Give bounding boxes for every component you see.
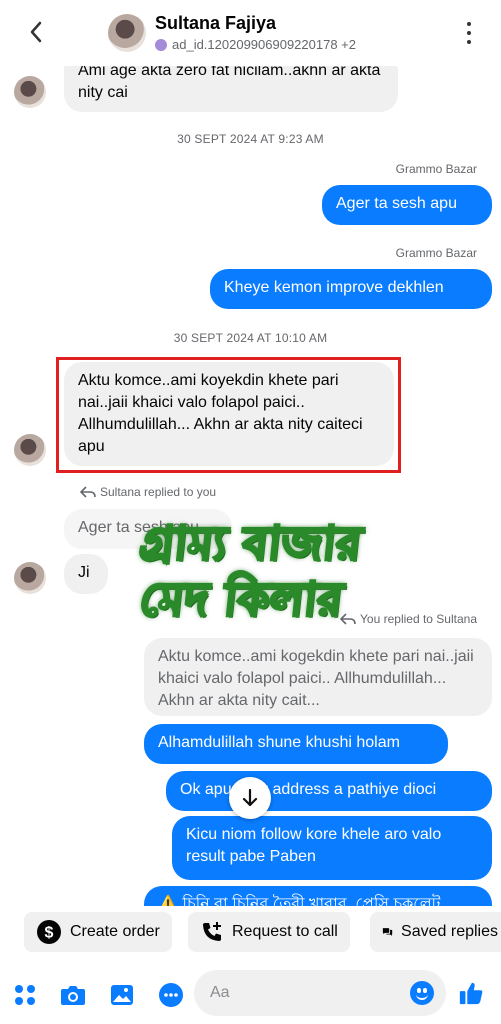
quoted-message[interactable]: Ager ta sesh apu bbox=[64, 509, 232, 549]
saved-replies-label: Saved replies bbox=[401, 923, 498, 940]
request-call-label: Request to call bbox=[232, 923, 338, 940]
timestamp: 30 SEPT 2024 AT 9:23 AM bbox=[177, 132, 324, 146]
back-arrow-icon[interactable] bbox=[22, 18, 50, 46]
reply-label: You replied to Sultana bbox=[340, 612, 477, 626]
contact-avatar[interactable] bbox=[108, 14, 146, 52]
reply-label: Sultana replied to you bbox=[80, 485, 216, 499]
svg-text:$: $ bbox=[45, 925, 54, 942]
more-options-icon[interactable] bbox=[465, 22, 473, 44]
emoji-icon[interactable] bbox=[410, 981, 434, 1005]
dollar-icon: $ bbox=[37, 920, 61, 944]
sender-avatar bbox=[14, 76, 46, 108]
outgoing-message[interactable]: Alhamdulillah shune khushi holam bbox=[144, 724, 448, 764]
apps-grid-icon[interactable] bbox=[12, 982, 38, 1008]
messenger-icon[interactable] bbox=[158, 982, 184, 1008]
quick-actions-bar: $ Create order Request to call Saved rep… bbox=[0, 906, 501, 956]
chat-bubbles-icon bbox=[382, 928, 393, 936]
reply-arrow-icon bbox=[80, 486, 96, 498]
sender-label: Grammo Bazar bbox=[395, 246, 477, 260]
request-call-button[interactable]: Request to call bbox=[188, 912, 350, 952]
ad-id-text: ad_id.120209906909220178 +2 bbox=[172, 37, 356, 52]
reply-label-text: You replied to Sultana bbox=[360, 612, 477, 626]
contact-subtitle: ad_id.120209906909220178 +2 bbox=[155, 37, 356, 52]
sender-avatar bbox=[14, 562, 46, 594]
camera-icon[interactable] bbox=[60, 982, 86, 1008]
outgoing-message[interactable]: Ok apu ager address a pathiye dioci bbox=[166, 771, 492, 811]
outgoing-message[interactable]: Kicu niom follow kore khele aro valo res… bbox=[172, 816, 492, 880]
message-placeholder: Aa bbox=[210, 984, 230, 1001]
incoming-message[interactable]: Ami age akta zero fat nicilam..akhn ar a… bbox=[64, 66, 398, 112]
outgoing-message[interactable]: Kheye kemon improve dekhlen bbox=[210, 269, 492, 309]
incoming-message[interactable]: Ji bbox=[64, 554, 108, 594]
thumbs-up-icon[interactable] bbox=[458, 980, 484, 1006]
create-order-label: Create order bbox=[70, 923, 160, 940]
message-composer: Aa bbox=[0, 960, 501, 1024]
outgoing-message[interactable]: ⚠️ চিনি বা চিনির তৈরী খাবার, প্রেসি চকলে… bbox=[144, 886, 492, 906]
chat-header: Sultana Fajiya ad_id.120209906909220178 … bbox=[0, 0, 501, 66]
saved-replies-button[interactable]: Saved replies bbox=[370, 912, 501, 952]
contact-name[interactable]: Sultana Fajiya bbox=[155, 13, 276, 34]
create-order-button[interactable]: $ Create order bbox=[24, 912, 172, 952]
message-input[interactable]: Aa bbox=[194, 970, 446, 1016]
phone-plus-icon bbox=[203, 922, 221, 941]
reply-label-text: Sultana replied to you bbox=[100, 485, 217, 499]
gallery-icon[interactable] bbox=[109, 982, 135, 1008]
sender-avatar bbox=[14, 434, 46, 466]
highlight-box bbox=[56, 357, 401, 473]
reply-arrow-icon bbox=[340, 613, 356, 625]
timestamp: 30 SEPT 2024 AT 10:10 AM bbox=[173, 331, 328, 345]
quoted-message[interactable]: Aktu komce..ami kogekdin khete pari nai.… bbox=[144, 638, 492, 716]
ad-dot-icon bbox=[155, 38, 167, 51]
scroll-down-button[interactable] bbox=[229, 777, 271, 819]
arrow-down-icon bbox=[242, 788, 258, 807]
sender-label: Grammo Bazar bbox=[395, 162, 477, 176]
outgoing-message[interactable]: Ager ta sesh apu bbox=[322, 185, 492, 225]
